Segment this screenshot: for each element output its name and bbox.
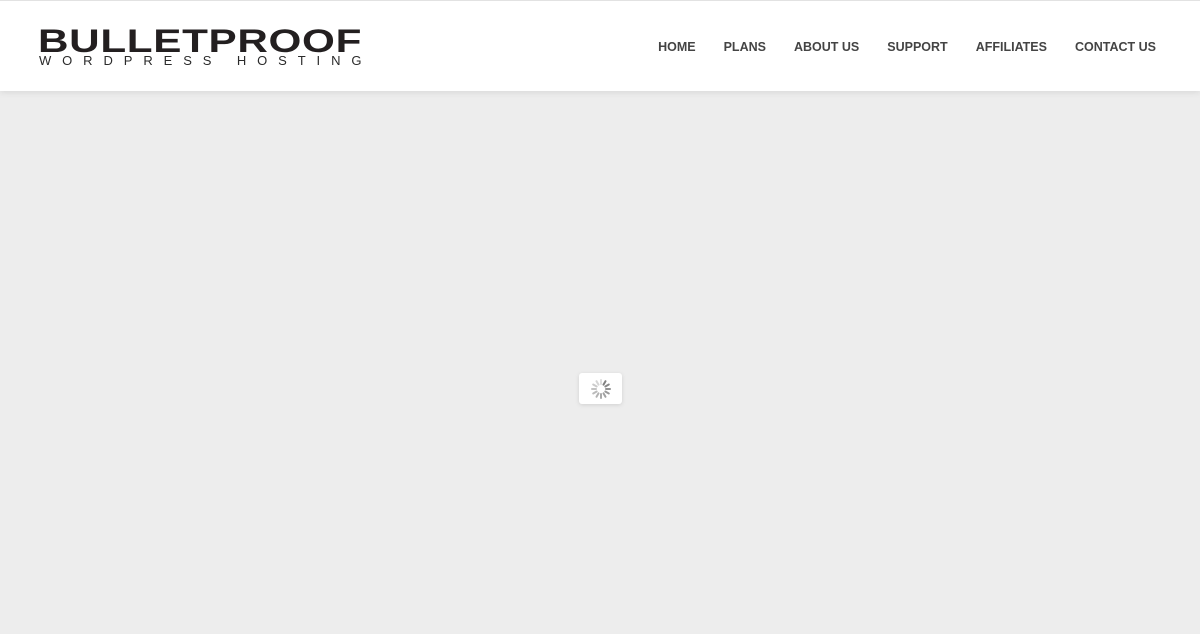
nav-item-affiliates[interactable]: AFFILIATES	[976, 40, 1047, 55]
nav-item-plans[interactable]: PLANS	[724, 40, 766, 55]
spinner-spoke	[599, 392, 602, 399]
spinner-icon	[590, 378, 612, 400]
logo-tagline: WORDPRESS HOSTING	[39, 53, 373, 68]
site-logo[interactable]: BULLETPROOF WORDPRESS HOSTING	[38, 23, 376, 69]
spinner-spoke	[599, 378, 602, 385]
nav-item-home[interactable]: HOME	[658, 40, 696, 55]
nav-item-about-us[interactable]: ABOUT US	[794, 40, 859, 55]
logo-wordmark: BULLETPROOF	[38, 23, 363, 59]
main-nav: HOME PLANS ABOUT US SUPPORT AFFILIATES C…	[658, 40, 1156, 55]
nav-item-support[interactable]: SUPPORT	[887, 40, 947, 55]
loading-indicator	[579, 373, 622, 404]
site-header: BULLETPROOF WORDPRESS HOSTING HOME PLANS…	[0, 0, 1200, 91]
spinner-spoke	[604, 387, 611, 390]
spinner-spoke	[590, 387, 597, 390]
nav-item-contact-us[interactable]: CONTACT US	[1075, 40, 1156, 55]
